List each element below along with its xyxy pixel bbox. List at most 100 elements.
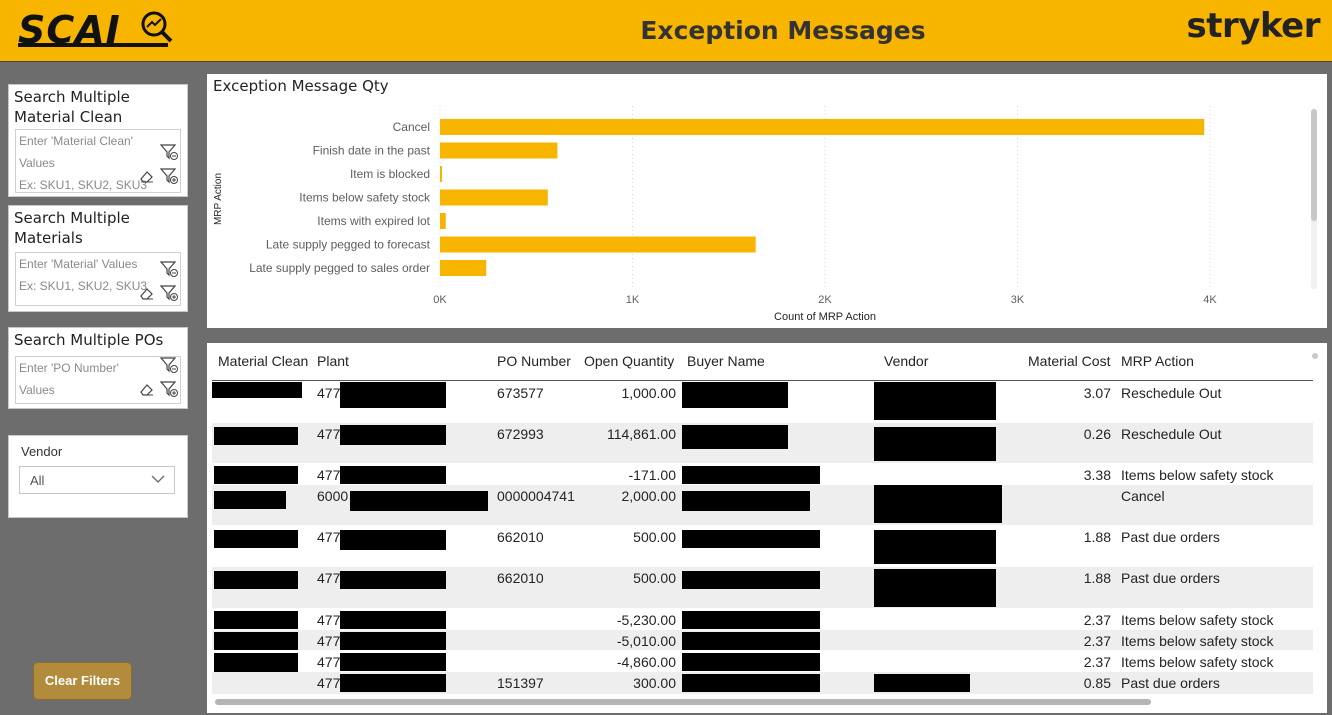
materials-slicer-title: Search Multiple Materials: [14, 209, 130, 247]
mrp-action-cell: Reschedule Out: [1121, 385, 1222, 401]
material-clean-redacted: [214, 611, 298, 629]
eraser-icon[interactable]: [137, 284, 157, 302]
category-label: Late supply pegged to sales order: [249, 261, 430, 275]
table-scrollbar[interactable]: [1312, 353, 1318, 359]
buyer-name-redacted: [682, 653, 820, 671]
vendor-slicer: Vendor All: [8, 435, 188, 518]
vendor-redacted: [874, 485, 1002, 523]
material-cost-cell: 2.37: [1083, 633, 1111, 649]
mrp-action-cell: Reschedule Out: [1121, 426, 1222, 442]
buyer-name-redacted: [682, 611, 820, 629]
category-label: Finish date in the past: [313, 144, 431, 158]
plant-name-redacted: [340, 674, 446, 692]
open-quantity-cell: 114,861.00: [606, 426, 676, 442]
table-row[interactable]: 6000 0000004741 2,000.00 Cancel: [212, 485, 1313, 525]
col-header-mrp-action[interactable]: MRP Action: [1121, 353, 1194, 369]
bar: [440, 213, 446, 229]
po-slicer-title: Search Multiple POs: [14, 331, 164, 349]
category-label: Late supply pegged to forecast: [266, 238, 431, 252]
y-axis-title: MRP Action: [213, 173, 224, 225]
table-row[interactable]: 477 662010 500.00 1.88 Past due orders: [212, 567, 1313, 608]
filter-add-icon[interactable]: [159, 167, 179, 185]
buyer-name-redacted: [682, 530, 820, 548]
col-header-material-cost[interactable]: Material Cost: [1028, 353, 1110, 369]
material-clean-redacted: [212, 382, 302, 398]
open-quantity-cell: 2,000.00: [621, 488, 677, 504]
header-divider: [212, 380, 1313, 381]
filter-clear-icon[interactable]: [159, 356, 179, 374]
vendor-redacted: [874, 569, 996, 607]
header-bar: SCAI Exception Messages stryker: [0, 0, 1332, 62]
vendor-selected-value: All: [30, 473, 45, 488]
table-row[interactable]: 477 -5,230.00 2.37 Items below safety stock: [212, 609, 1313, 629]
bar-chart: 0K 1K 2K 3K 4K Cancel Finish date in the past I…: [213, 106, 1217, 323]
plant-name-redacted: [340, 611, 446, 629]
material-clean-slicer: Search Multiple Material Clean Enter 'Ma…: [8, 84, 188, 197]
x-tick-label: 0K: [433, 294, 447, 306]
vendor-label: Vendor: [21, 444, 63, 459]
table-horizontal-scrollbar[interactable]: [215, 699, 1151, 705]
bar: [440, 166, 442, 182]
bar: [440, 236, 756, 253]
buyer-name-redacted: [682, 466, 820, 484]
col-header-material-clean[interactable]: Material Clean: [218, 353, 308, 369]
category-label: Items with expired lot: [317, 214, 430, 228]
eraser-icon[interactable]: [137, 167, 157, 185]
po-number-cell: 0000004741: [497, 488, 575, 504]
mrp-action-cell: Past due orders: [1121, 529, 1220, 545]
filter-add-icon[interactable]: [159, 380, 179, 398]
material-clean-redacted: [214, 491, 286, 509]
x-tick-label: 1K: [626, 294, 640, 306]
x-tick-label: 4K: [1203, 294, 1217, 306]
table-row[interactable]: 477 -4,860.00 2.37 Items below safety stock: [212, 651, 1313, 691]
bar: [440, 142, 558, 159]
open-quantity-cell: 500.00: [633, 529, 676, 545]
materials-placeholder-line-1: Enter 'Material' Values: [19, 257, 138, 271]
mrp-action-cell: Items below safety stock: [1121, 467, 1274, 483]
mrp-action-cell: Past due orders: [1121, 675, 1220, 691]
material-cost-cell: 2.37: [1083, 654, 1111, 670]
mrp-action-cell: Past due orders: [1121, 570, 1220, 586]
materials-slicer: Search Multiple Materials Enter 'Materia…: [8, 205, 188, 312]
material-clean-redacted: [214, 466, 298, 484]
open-quantity-cell: -5,230.00: [616, 612, 676, 628]
bar: [440, 189, 548, 206]
chart-scrollbar-thumb[interactable]: [1311, 109, 1317, 221]
vendor-dropdown[interactable]: All: [19, 466, 175, 494]
buyer-name-redacted: [682, 491, 810, 511]
plant-name-redacted: [340, 382, 446, 408]
table-row[interactable]: 477 151397 300.00 0.85 Past due orders: [212, 672, 1313, 694]
x-tick-label: 3K: [1011, 294, 1025, 306]
po-number-cell: 662010: [497, 529, 544, 545]
material-clean-redacted: [214, 530, 298, 548]
filter-add-icon[interactable]: [159, 284, 179, 302]
col-header-buyer-name[interactable]: Buyer Name: [687, 353, 765, 369]
po-slicer: Search Multiple POs Enter 'PO Number' Va…: [8, 327, 188, 409]
clear-filters-button[interactable]: Clear Filters: [33, 662, 132, 700]
material-clean-placeholder-line-1: Enter 'Material Clean': [19, 134, 133, 148]
table-row[interactable]: 477 662010 500.00 1.88 Past due orders: [212, 526, 1313, 566]
plant-name-redacted: [350, 491, 488, 511]
col-header-plant[interactable]: Plant: [317, 353, 349, 369]
exception-chart-panel: Exception Message Qty 0K 1K 2K 3K 4K Cancel Fi…: [207, 74, 1327, 328]
table-row[interactable]: 477 -5,010.00 2.37 Items below safety stock: [212, 630, 1313, 650]
material-cost-cell: 1.88: [1083, 529, 1111, 545]
table-row[interactable]: 477 673577 1,000.00 3.07 Reschedule Out: [212, 382, 1313, 422]
filter-clear-icon[interactable]: [159, 260, 179, 278]
vendor-redacted: [874, 530, 996, 564]
col-header-po-number[interactable]: PO Number: [497, 353, 571, 369]
category-label: Item is blocked: [350, 167, 430, 181]
col-header-vendor[interactable]: Vendor: [884, 353, 928, 369]
filter-clear-icon[interactable]: [159, 143, 179, 161]
table-row[interactable]: 477 -171.00 3.38 Items below safety stock: [212, 464, 1313, 484]
material-cost-cell: 3.07: [1083, 385, 1111, 401]
po-number-cell: 673577: [497, 385, 544, 401]
mrp-action-cell: Cancel: [1121, 488, 1165, 504]
material-clean-redacted: [214, 427, 298, 445]
eraser-icon[interactable]: [137, 380, 157, 398]
plant-name-redacted: [340, 425, 446, 445]
material-clean-redacted: [214, 571, 298, 589]
po-number-cell: 672993: [497, 426, 544, 442]
table-row[interactable]: 477 672993 114,861.00 0.26 Reschedule Out: [212, 423, 1313, 463]
col-header-open-quantity[interactable]: Open Quantity: [584, 353, 674, 369]
